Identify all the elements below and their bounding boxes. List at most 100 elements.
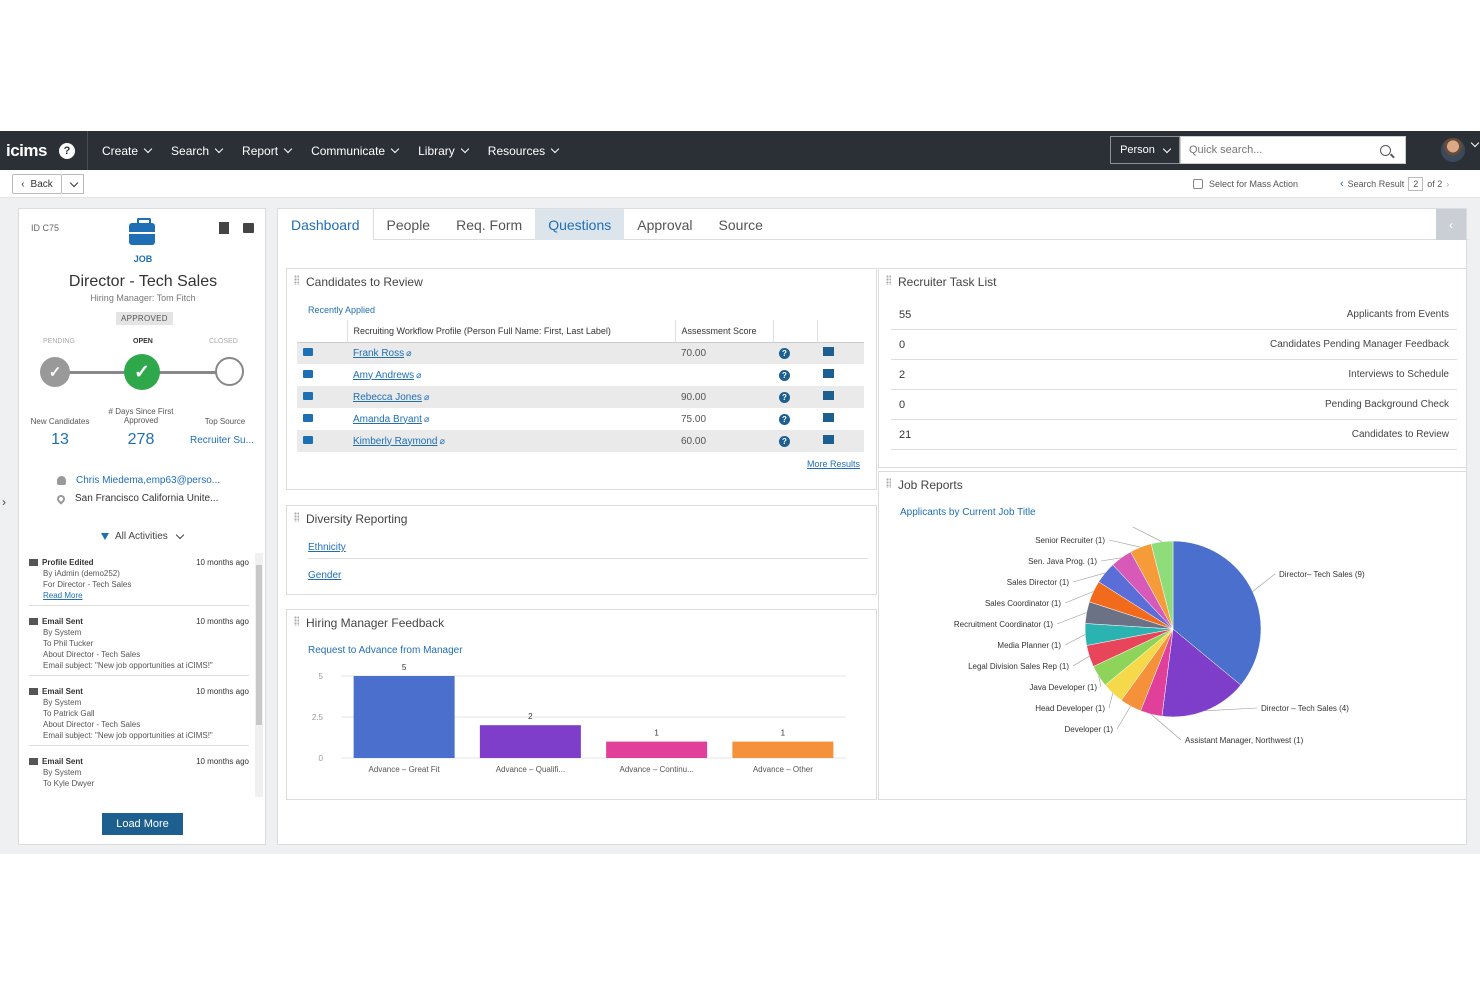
question-icon[interactable]: ? xyxy=(779,347,790,359)
menu-report[interactable]: Report xyxy=(242,144,293,158)
candidate-link[interactable]: Amanda Bryant xyxy=(353,414,422,425)
table-row[interactable]: Frank Ross ⌀ 70.00? xyxy=(297,342,864,364)
next-result-icon[interactable]: › xyxy=(1446,179,1449,189)
back-button[interactable]: ‹ Back xyxy=(12,174,62,194)
calendar-icon[interactable] xyxy=(823,347,834,357)
load-more-button[interactable]: Load More xyxy=(102,813,183,835)
table-row[interactable]: Rebecca Jones ⌀ 90.00? xyxy=(297,386,864,408)
candidate-link[interactable]: Kimberly Raymond xyxy=(353,436,437,447)
activities-filter[interactable]: All Activities xyxy=(101,530,185,542)
question-icon[interactable]: ? xyxy=(779,369,790,381)
stage-node-open[interactable]: ✓ xyxy=(124,354,160,390)
job-title: Director - Tech Sales xyxy=(68,273,218,290)
more-results-link[interactable]: More Results xyxy=(807,459,860,469)
job-dashboard-panel: Dashboard People Req. Form Questions App… xyxy=(277,208,1468,845)
drag-handle-icon[interactable] xyxy=(294,512,299,522)
pie-leader-line xyxy=(1072,655,1090,667)
table-row[interactable]: Kimberly Raymond ⌀ 60.00? xyxy=(297,430,864,452)
column-header-profile[interactable]: Recruiting Workflow Profile (Person Full… xyxy=(346,320,675,343)
profile-card-icon[interactable] xyxy=(303,347,313,356)
drag-handle-icon[interactable] xyxy=(294,616,299,626)
menu-library[interactable]: Library xyxy=(418,144,470,158)
table-row[interactable]: Amy Andrews ⌀? xyxy=(297,364,864,386)
feedback-chart-title[interactable]: Request to Advance from Manager xyxy=(308,645,463,656)
icims-logo[interactable]: icims xyxy=(6,141,47,161)
tab-req-form[interactable]: Req. Form xyxy=(443,209,535,240)
print-icon[interactable] xyxy=(243,223,254,233)
quick-search-input[interactable] xyxy=(1181,144,1376,156)
drag-handle-icon[interactable] xyxy=(886,275,891,285)
question-icon[interactable]: ? xyxy=(779,413,790,425)
calendar-icon[interactable] xyxy=(823,369,834,378)
contact-name-link[interactable]: Chris Miedema,emp63@perso... xyxy=(76,475,220,486)
read-more-link[interactable]: Read More xyxy=(29,590,249,601)
chevron-down-icon[interactable] xyxy=(1470,138,1480,148)
expand-left-rail-icon[interactable]: › xyxy=(2,495,6,509)
column-header-score[interactable]: Assessment Score xyxy=(674,320,773,343)
pie-slice-label: Sales Director (1) xyxy=(1007,578,1070,587)
help-icon[interactable]: ? xyxy=(58,142,75,159)
question-icon[interactable]: ? xyxy=(779,391,790,403)
activity-title: Profile Edited xyxy=(29,557,94,568)
activity-scrollbar[interactable] xyxy=(255,553,263,797)
collapse-panel-button[interactable]: ‹ xyxy=(1436,209,1466,240)
task-row[interactable]: 21 Candidates to Review xyxy=(891,420,1457,450)
candidate-link[interactable]: Amy Andrews xyxy=(353,370,414,381)
stage-node-closed[interactable] xyxy=(215,357,244,386)
question-icon[interactable]: ? xyxy=(779,435,790,447)
drag-handle-icon[interactable] xyxy=(294,275,299,285)
bar[interactable] xyxy=(732,741,834,758)
task-row[interactable]: 55 Applicants from Events xyxy=(891,300,1457,330)
pie-slice-label: Head Developer (1) xyxy=(1035,704,1105,713)
user-avatar[interactable] xyxy=(1441,138,1465,162)
calendar-icon[interactable] xyxy=(823,391,834,400)
drag-handle-icon[interactable] xyxy=(886,478,891,488)
task-row[interactable]: 2 Interviews to Schedule xyxy=(891,360,1457,390)
ethnicity-report-link[interactable]: Ethnicity xyxy=(308,542,346,553)
document-icon[interactable] xyxy=(219,222,229,234)
profile-card-icon[interactable] xyxy=(303,369,313,378)
tab-people[interactable]: People xyxy=(374,209,444,240)
scrollbar-thumb[interactable] xyxy=(256,565,262,725)
menu-create[interactable]: Create xyxy=(102,144,153,158)
search-icon[interactable] xyxy=(1380,144,1391,156)
tab-dashboard[interactable]: Dashboard xyxy=(278,209,374,240)
tab-approval[interactable]: Approval xyxy=(624,209,705,240)
previous-result-icon[interactable]: ‹ xyxy=(1340,178,1344,190)
gender-report-link[interactable]: Gender xyxy=(308,570,341,581)
chevron-left-icon: ‹ xyxy=(1449,217,1453,232)
back-history-dropdown[interactable] xyxy=(62,174,84,194)
candidate-link[interactable]: Rebecca Jones xyxy=(353,392,422,403)
mass-action-checkbox[interactable] xyxy=(1193,179,1203,189)
calendar-icon[interactable] xyxy=(823,435,834,444)
candidate-link[interactable]: Frank Ross xyxy=(353,348,404,359)
chevron-left-icon: ‹ xyxy=(21,178,25,190)
bar[interactable] xyxy=(353,676,455,758)
task-row[interactable]: 0 Pending Background Check xyxy=(891,390,1457,420)
table-cell xyxy=(817,364,864,386)
stat-value-new-candidates[interactable]: 13 xyxy=(25,431,95,449)
menu-resources[interactable]: Resources xyxy=(488,144,560,158)
pie-chart-title[interactable]: Applicants by Current Job Title xyxy=(900,507,1036,518)
calendar-icon[interactable] xyxy=(823,413,834,422)
table-row[interactable]: Amanda Bryant ⌀ 75.00? xyxy=(297,408,864,430)
profile-card-icon[interactable] xyxy=(303,413,313,422)
tab-source[interactable]: Source xyxy=(706,209,776,240)
stat-value-top-source[interactable]: Recruiter Su... xyxy=(190,435,254,446)
search-type-select[interactable]: Person xyxy=(1110,136,1180,164)
bar[interactable] xyxy=(479,725,581,758)
pie-leader-line xyxy=(1150,714,1182,741)
profile-card-icon[interactable] xyxy=(303,391,313,400)
menu-communicate[interactable]: Communicate xyxy=(311,144,400,158)
tab-questions[interactable]: Questions xyxy=(535,209,625,240)
task-count: 0 xyxy=(899,338,906,351)
top-navigation-bar: icims ? Create Search Report Communicate… xyxy=(0,131,1480,170)
task-row[interactable]: 0 Candidates Pending Manager Feedback xyxy=(891,330,1457,360)
menu-search[interactable]: Search xyxy=(171,144,224,158)
stage-node-pending[interactable]: ✓ xyxy=(40,357,70,387)
mass-action-toggle[interactable]: Select for Mass Action xyxy=(1193,179,1298,189)
bar[interactable] xyxy=(606,741,708,758)
search-result-page-input[interactable]: 2 xyxy=(1408,177,1424,191)
profile-card-icon[interactable] xyxy=(303,435,313,444)
recently-applied-label[interactable]: Recently Applied xyxy=(308,305,375,315)
